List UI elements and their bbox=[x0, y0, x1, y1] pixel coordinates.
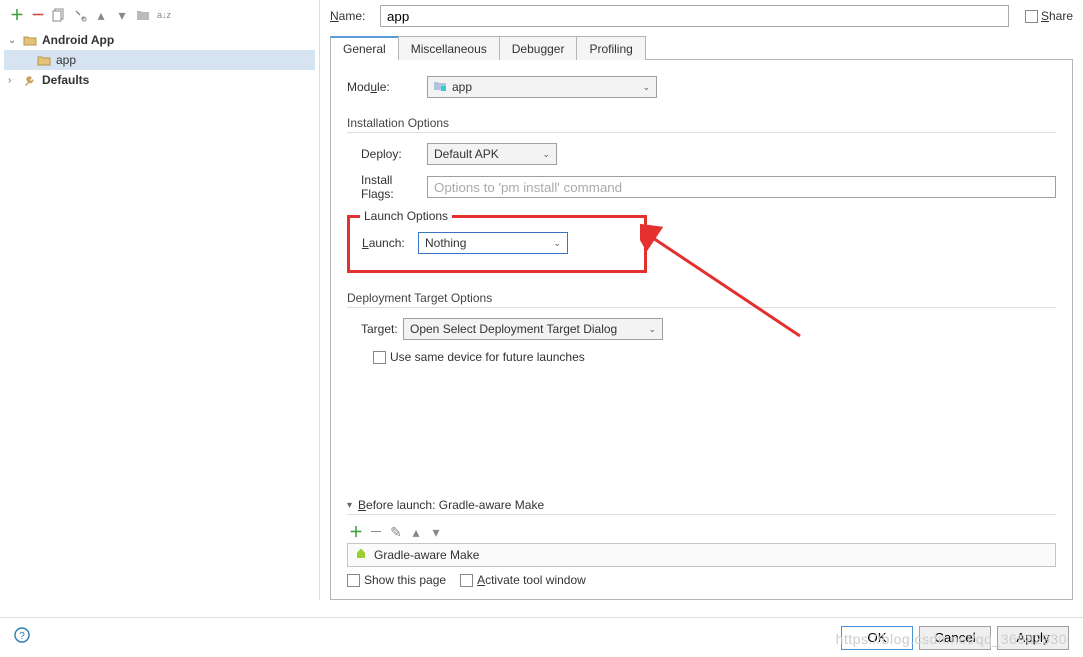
install-flags-input[interactable] bbox=[427, 176, 1056, 198]
chevron-down-icon: ⌄ bbox=[542, 149, 550, 160]
module-icon bbox=[434, 80, 448, 94]
tab-miscellaneous[interactable]: Miscellaneous bbox=[398, 36, 500, 60]
tab-general[interactable]: General bbox=[330, 36, 399, 60]
chevron-right-icon: › bbox=[8, 75, 22, 86]
launch-select[interactable]: Nothing ⌄ bbox=[418, 232, 568, 254]
same-device-label: Use same device for future launches bbox=[390, 350, 585, 364]
module-value: app bbox=[452, 80, 472, 94]
deploy-label: Deploy: bbox=[347, 147, 427, 161]
apply-button[interactable]: Apply bbox=[997, 626, 1069, 650]
tree-item-defaults[interactable]: › Defaults bbox=[4, 70, 315, 90]
folder-icon bbox=[22, 33, 38, 47]
tabs: General Miscellaneous Debugger Profiling bbox=[330, 35, 1073, 60]
chevron-down-icon: ⌄ bbox=[648, 324, 656, 335]
chevron-down-icon: ⌄ bbox=[642, 82, 650, 93]
chevron-down-icon: ⌄ bbox=[8, 35, 22, 46]
left-panel: ＋ － ▴ ▾ a↓z ⌄ Android App bbox=[0, 0, 320, 600]
folder-icon bbox=[36, 53, 52, 67]
install-options-title: Installation Options bbox=[347, 116, 1056, 133]
before-launch-list[interactable]: Gradle-aware Make bbox=[347, 543, 1056, 567]
share-label: Share bbox=[1041, 9, 1073, 23]
install-flags-label: Install Flags: bbox=[347, 173, 427, 201]
up-button[interactable]: ▴ bbox=[92, 6, 110, 24]
launch-value: Nothing bbox=[425, 236, 466, 250]
target-value: Open Select Deployment Target Dialog bbox=[410, 322, 617, 336]
activate-window-label: Activate tool window bbox=[477, 573, 586, 587]
svg-text:?: ? bbox=[19, 631, 25, 642]
launch-options-title: Launch Options bbox=[360, 209, 452, 223]
bl-add-button[interactable]: ＋ bbox=[347, 523, 365, 541]
bl-remove-button[interactable]: － bbox=[367, 523, 385, 541]
module-select[interactable]: app ⌄ bbox=[427, 76, 657, 98]
deploy-value: Default APK bbox=[434, 147, 499, 161]
remove-config-button[interactable]: － bbox=[29, 6, 47, 24]
show-page-checkbox[interactable] bbox=[347, 574, 360, 587]
settings-icon[interactable] bbox=[71, 6, 89, 24]
bl-down-button[interactable]: ▾ bbox=[427, 523, 445, 541]
launch-label: Launch: bbox=[362, 236, 418, 250]
right-panel: Name: Share General Miscellaneous Debugg… bbox=[320, 0, 1083, 600]
tree-item-app[interactable]: app bbox=[4, 50, 315, 70]
before-launch-item: Gradle-aware Make bbox=[374, 548, 479, 562]
tab-content: Module: app ⌄ Installation Options Deplo… bbox=[330, 60, 1073, 600]
config-tree: ⌄ Android App app › Defaults bbox=[0, 30, 319, 600]
tree-label: Defaults bbox=[42, 73, 89, 87]
cancel-button[interactable]: Cancel bbox=[919, 626, 991, 650]
launch-options-group: Launch Options Launch: Nothing ⌄ bbox=[347, 215, 647, 273]
tree-item-android-app[interactable]: ⌄ Android App bbox=[4, 30, 315, 50]
tree-label: Android App bbox=[42, 33, 114, 47]
left-toolbar: ＋ － ▴ ▾ a↓z bbox=[0, 0, 319, 30]
tree-label: app bbox=[56, 53, 76, 67]
ok-button[interactable]: OK bbox=[841, 626, 913, 650]
bl-edit-button[interactable]: ✎ bbox=[387, 523, 405, 541]
target-select[interactable]: Open Select Deployment Target Dialog ⌄ bbox=[403, 318, 663, 340]
chevron-down-icon: ⌄ bbox=[553, 238, 561, 249]
bl-up-button[interactable]: ▴ bbox=[407, 523, 425, 541]
activate-window-checkbox[interactable] bbox=[460, 574, 473, 587]
before-launch-section: ▾ Before launch: Gradle-aware Make ＋ － ✎… bbox=[347, 488, 1056, 587]
triangle-down-icon[interactable]: ▾ bbox=[347, 500, 352, 511]
dialog-footer: ? OK Cancel Apply bbox=[0, 617, 1083, 657]
down-button[interactable]: ▾ bbox=[113, 6, 131, 24]
name-label: Name: bbox=[330, 9, 372, 23]
sort-az-icon[interactable]: a↓z bbox=[155, 6, 173, 24]
name-input[interactable] bbox=[380, 5, 1009, 27]
module-label: Module: bbox=[347, 80, 427, 94]
copy-config-button[interactable] bbox=[50, 6, 68, 24]
wrench-icon bbox=[22, 73, 38, 87]
deploy-select[interactable]: Default APK ⌄ bbox=[427, 143, 557, 165]
tab-profiling[interactable]: Profiling bbox=[576, 36, 645, 60]
same-device-checkbox[interactable] bbox=[373, 351, 386, 364]
deploy-target-title: Deployment Target Options bbox=[347, 291, 1056, 308]
tab-debugger[interactable]: Debugger bbox=[499, 36, 578, 60]
add-config-button[interactable]: ＋ bbox=[8, 6, 26, 24]
show-page-label: Show this page bbox=[364, 573, 446, 587]
share-checkbox[interactable] bbox=[1025, 10, 1038, 23]
folder-icon[interactable] bbox=[134, 6, 152, 24]
before-launch-title: Before launch: Gradle-aware Make bbox=[358, 498, 544, 512]
help-icon[interactable]: ? bbox=[14, 627, 30, 648]
android-icon bbox=[354, 547, 368, 564]
target-label: Target: bbox=[347, 322, 403, 336]
